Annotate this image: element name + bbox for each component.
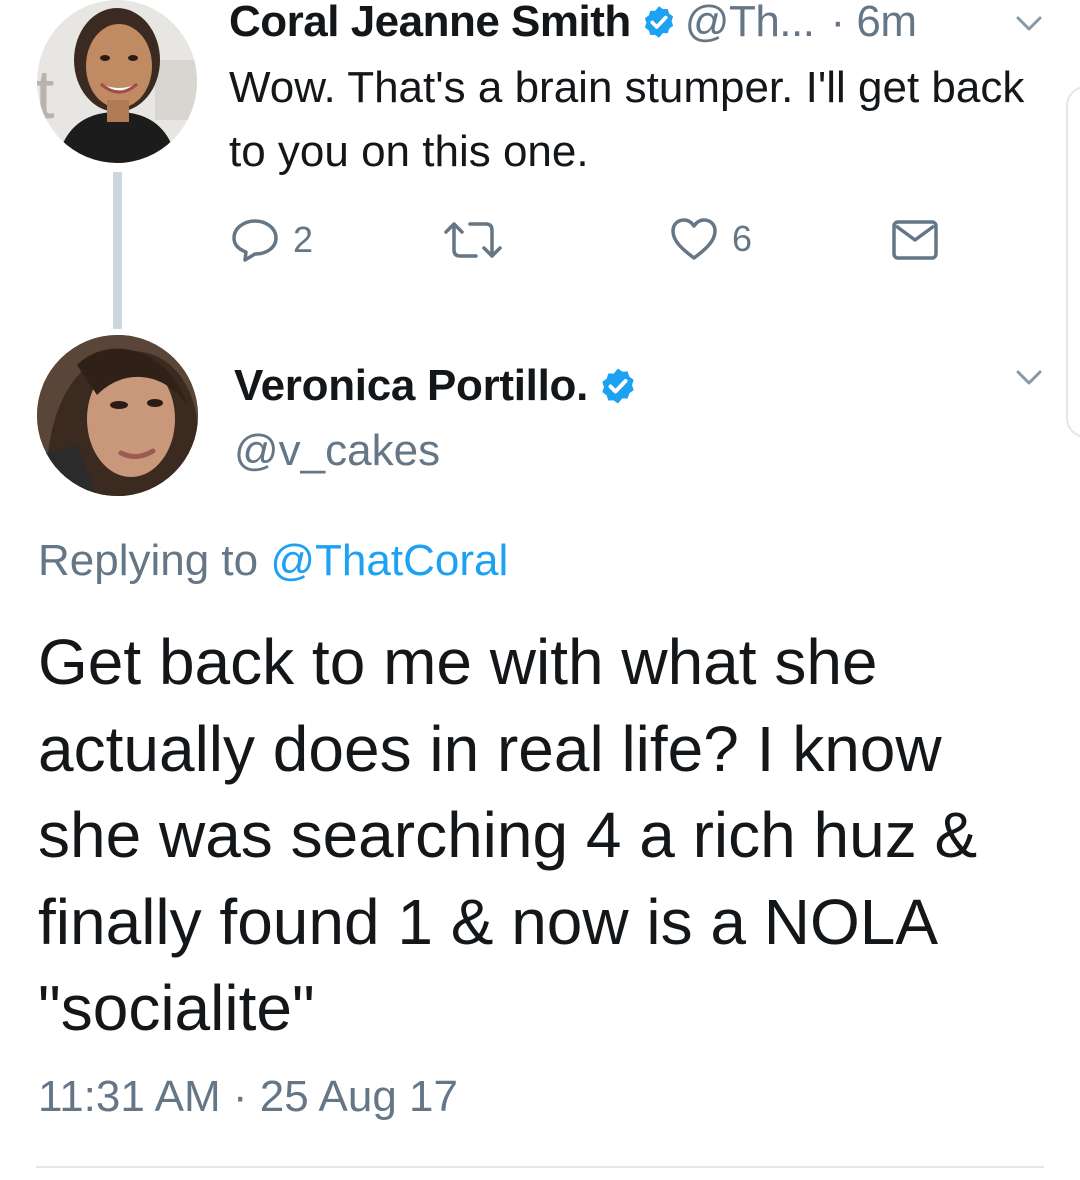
author-handle[interactable]: @v_cakes bbox=[234, 426, 440, 476]
reply-count: 2 bbox=[293, 219, 314, 260]
tweet-timestamp: · 6m bbox=[830, 0, 917, 46]
replying-to-link[interactable]: @ThatCoral bbox=[270, 536, 508, 585]
like-button[interactable]: 6 bbox=[670, 217, 752, 261]
chevron-down-icon[interactable] bbox=[1016, 370, 1042, 386]
avatar[interactable] bbox=[37, 335, 198, 496]
tweet-time: 11:31 AM bbox=[38, 1072, 221, 1121]
reply-tweet-header: Coral Jeanne Smith @Th... · 6m bbox=[229, 0, 917, 47]
divider bbox=[36, 1166, 1044, 1168]
like-count: 6 bbox=[732, 218, 753, 259]
reply-icon bbox=[232, 219, 278, 262]
scroll-edge-card bbox=[1066, 86, 1080, 438]
reply-tweet-text: Wow. That's a brain stumper. I'll get ba… bbox=[229, 63, 1025, 176]
verified-icon bbox=[641, 4, 677, 40]
svg-text:t: t bbox=[37, 55, 54, 133]
author-name[interactable]: Veronica Portillo. bbox=[234, 361, 588, 411]
reply-button[interactable]: 2 bbox=[231, 218, 313, 262]
replying-to-line: Replying to @ThatCoral bbox=[38, 536, 508, 586]
author-handle[interactable]: @Th... bbox=[685, 0, 815, 47]
author-name[interactable]: Coral Jeanne Smith bbox=[229, 0, 631, 47]
chevron-down-icon[interactable] bbox=[1016, 16, 1042, 32]
main-tweet-text: Get back to me with what she actually do… bbox=[38, 626, 978, 1044]
retweet-icon bbox=[444, 222, 502, 258]
thread-connector-line bbox=[113, 172, 122, 329]
tweet-meta: 11:31 AM · 25 Aug 17 bbox=[38, 1072, 458, 1122]
share-via-dm-button[interactable] bbox=[892, 220, 938, 260]
tweet-date: 25 Aug 17 bbox=[259, 1072, 458, 1121]
tweet-detail-screen: t Coral Jeanne Smith @Th... · 6m Wow. Th… bbox=[0, 0, 1080, 1180]
avatar[interactable]: t bbox=[37, 0, 197, 163]
replying-prefix: Replying to bbox=[38, 536, 259, 585]
heart-icon bbox=[671, 218, 717, 260]
main-tweet-author: Veronica Portillo. bbox=[234, 360, 646, 412]
mail-icon bbox=[892, 220, 938, 260]
meta-separator: · bbox=[232, 1072, 248, 1121]
retweet-button[interactable] bbox=[442, 220, 504, 260]
verified-icon bbox=[598, 366, 638, 406]
